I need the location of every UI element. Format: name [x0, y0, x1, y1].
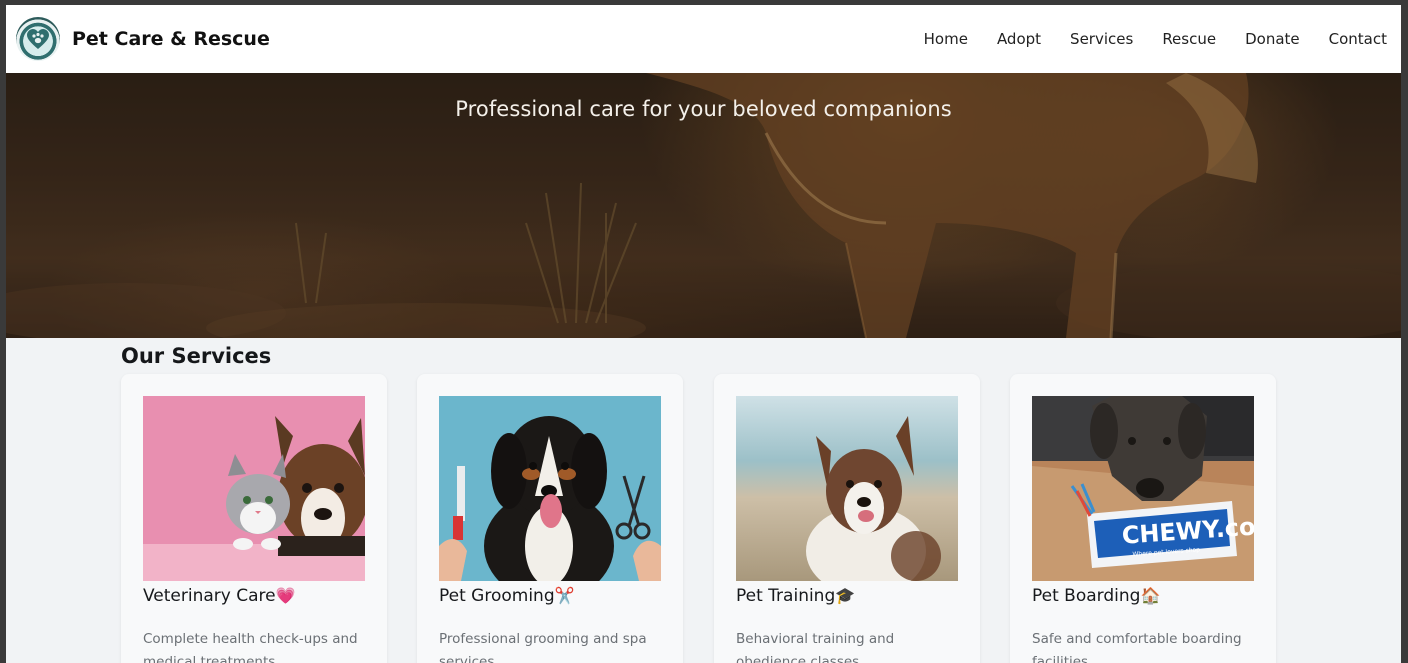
card-title-training: Pet Training🎓 [736, 586, 855, 606]
veterinary-image [143, 396, 365, 581]
brand[interactable]: Pet Care & Rescue [16, 17, 270, 61]
navbar: Pet Care & Rescue Home Adopt Services Re… [6, 5, 1401, 73]
window-frame-right [1401, 0, 1408, 663]
card-desc-veterinary: Complete health check-ups and medical tr… [143, 631, 358, 663]
nav-adopt[interactable]: Adopt [997, 30, 1041, 48]
house-icon: 🏠 [1140, 586, 1161, 605]
card-desc-training: Behavioral training and obedience classe… [736, 631, 895, 663]
hero-banner: Professional care for your beloved compa… [6, 73, 1401, 338]
card-desc-grooming: Professional grooming and spa services [439, 631, 647, 663]
card-title-text: Pet Grooming [439, 586, 555, 606]
card-title-boarding: Pet Boarding🏠 [1032, 586, 1160, 606]
nav-links: Home Adopt Services Rescue Donate Contac… [895, 30, 1387, 48]
nav-rescue[interactable]: Rescue [1162, 30, 1216, 48]
service-card-veterinary[interactable]: Veterinary Care💗 Complete health check-u… [121, 374, 387, 663]
brand-name: Pet Care & Rescue [72, 28, 270, 50]
hero-tagline: Professional care for your beloved compa… [455, 97, 952, 121]
nav-services[interactable]: Services [1070, 30, 1133, 48]
paw-logo-icon [16, 17, 60, 61]
card-title-text: Pet Training [736, 586, 836, 606]
boarding-image: CHEWY.com Where pet lovers shop [1032, 396, 1254, 581]
services-title: Our Services [121, 344, 272, 368]
nav-donate[interactable]: Donate [1245, 30, 1300, 48]
service-card-training[interactable]: Pet Training🎓 Behavioral training and ob… [714, 374, 980, 663]
nav-home[interactable]: Home [924, 30, 968, 48]
services-section: Our Services Veterinary Care💗 Complete h… [6, 338, 1401, 663]
service-card-boarding[interactable]: CHEWY.com Where pet lovers shop Pet Boar… [1010, 374, 1276, 663]
grooming-image [439, 396, 661, 581]
scissors-icon: ✂️ [554, 586, 575, 605]
card-title-text: Pet Boarding [1032, 586, 1141, 606]
nav-contact[interactable]: Contact [1329, 30, 1387, 48]
service-card-grooming[interactable]: Pet Grooming✂️ Professional grooming and… [417, 374, 683, 663]
graduation-cap-icon: 🎓 [835, 586, 856, 605]
card-desc-boarding: Safe and comfortable boarding facilities [1032, 631, 1242, 663]
card-title-veterinary: Veterinary Care💗 [143, 586, 296, 606]
card-title-grooming: Pet Grooming✂️ [439, 586, 575, 606]
heart-icon: 💗 [275, 586, 296, 605]
training-image [736, 396, 958, 581]
card-title-text: Veterinary Care [143, 586, 276, 606]
